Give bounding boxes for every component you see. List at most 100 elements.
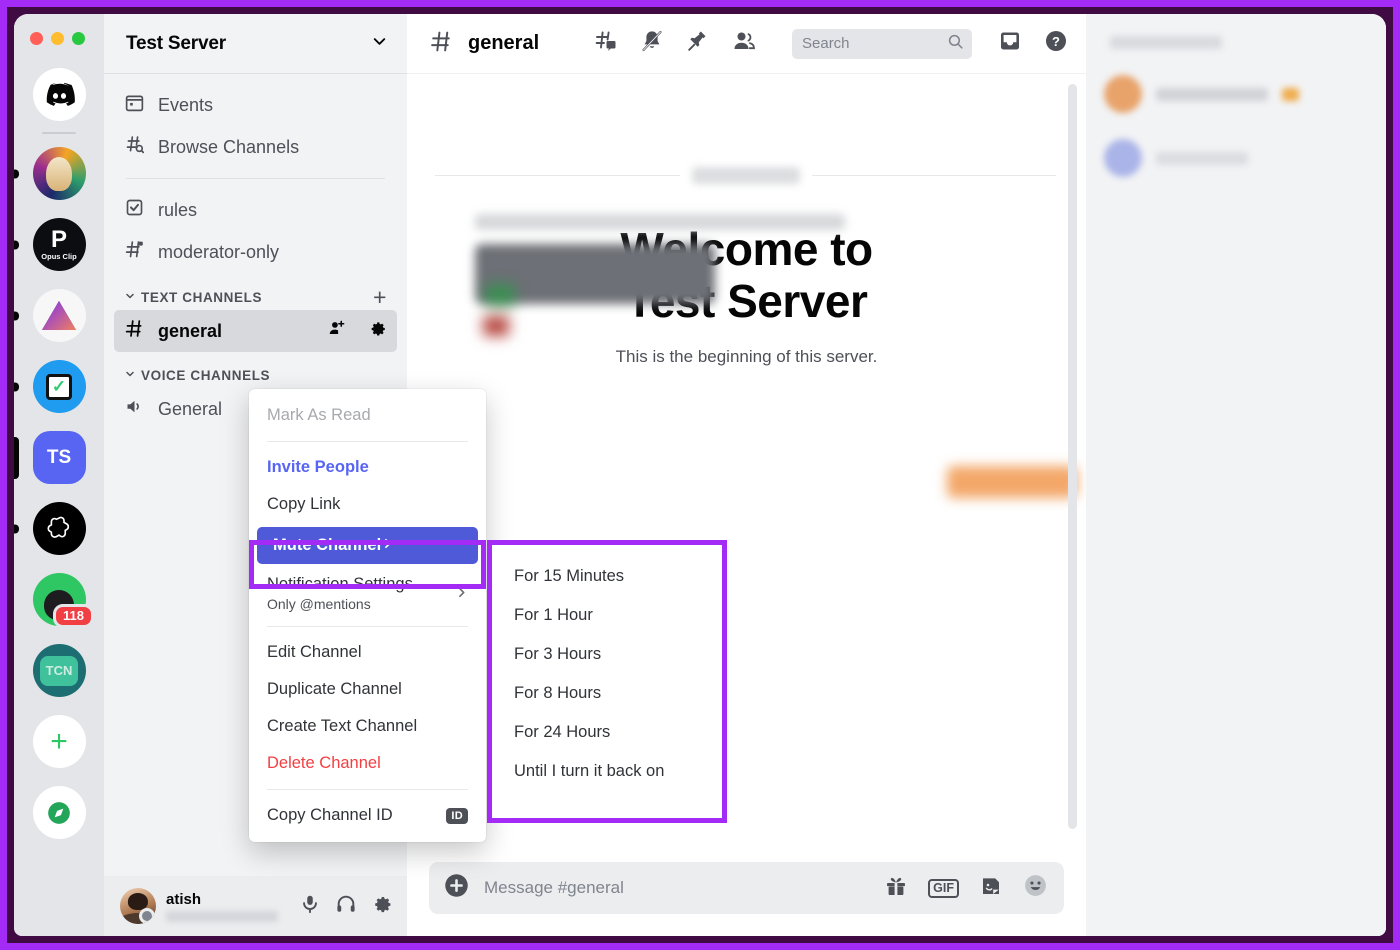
category-label: TEXT CHANNELS <box>141 289 263 305</box>
server-avatar-art-icon <box>32 147 86 200</box>
message-scrollbar[interactable] <box>1068 84 1077 829</box>
search-input[interactable]: Search <box>792 28 972 59</box>
gift-icon[interactable] <box>884 874 908 903</box>
list-item[interactable] <box>1104 139 1368 177</box>
user-tag-redacted <box>166 910 278 922</box>
context-menu-item-mute-channel[interactable]: Mute Channel <box>257 527 478 564</box>
server-rail-item-tcn[interactable]: TCN <box>14 635 104 706</box>
context-menu-item-notification-settings[interactable]: Notification Settings Only @mentions <box>249 568 486 619</box>
hash-lock-icon <box>124 239 145 265</box>
server-rail-item-checkmark[interactable]: ✓ <box>14 351 104 422</box>
unread-indicator <box>14 524 19 533</box>
submenu-item-for-8-hours[interactable]: For 8 Hours <box>492 674 722 713</box>
avatar[interactable] <box>120 888 156 924</box>
headphones-icon[interactable] <box>335 893 357 920</box>
microphone-icon[interactable] <box>299 893 321 920</box>
message-body-redacted <box>475 244 715 336</box>
server-rail-item-test-server[interactable]: TS <box>14 422 104 493</box>
minimize-window-button[interactable] <box>51 32 64 45</box>
submenu-item-label: For 15 Minutes <box>514 567 625 585</box>
message-composer[interactable]: Message #general GIF <box>429 862 1064 914</box>
avatar <box>1104 75 1142 113</box>
mute-channel-submenu: For 15 Minutes For 1 Hour For 3 Hours Fo… <box>492 545 722 818</box>
notification-settings-text: Notification Settings Only @mentions <box>267 575 447 612</box>
message-redacted <box>475 214 845 336</box>
context-menu-item-label: Invite People <box>267 458 369 476</box>
submenu-item-until-i-turn-it-back-on[interactable]: Until I turn it back on <box>492 752 722 791</box>
help-icon[interactable]: ? <box>1044 29 1068 58</box>
sticker-icon[interactable] <box>979 874 1003 903</box>
context-menu-item-label: Copy Link <box>267 495 341 513</box>
context-menu-item-label: Duplicate Channel <box>267 680 402 698</box>
verge-icon <box>32 289 86 342</box>
sidebar-item-general-text[interactable]: general <box>114 310 397 352</box>
context-menu-item-label: Create Text Channel <box>267 717 418 735</box>
hash-icon <box>429 29 454 59</box>
context-menu-item-invite-people[interactable]: Invite People <box>249 449 486 486</box>
user-panel: atish <box>104 876 407 936</box>
sidebar-item-rules[interactable]: rules <box>114 189 397 231</box>
category-text-channels[interactable]: TEXT CHANNELS + <box>114 286 397 309</box>
hash-icon <box>124 318 145 344</box>
member-list-icon[interactable] <box>732 29 756 58</box>
pinned-messages-icon[interactable] <box>686 29 710 58</box>
inbox-icon[interactable] <box>998 29 1022 58</box>
server-header-dropdown[interactable]: Test Server <box>104 14 407 74</box>
opus-clip-icon: P Opus Clip <box>32 218 86 271</box>
create-invite-icon[interactable] <box>327 319 346 343</box>
sidebar-item-browse-channels[interactable]: Browse Channels <box>114 126 397 168</box>
status-badge <box>139 908 155 924</box>
date-divider-redacted <box>435 167 1056 184</box>
zoom-window-button[interactable] <box>72 32 85 45</box>
server-rail-item-openai[interactable] <box>14 493 104 564</box>
context-menu-item-copy-link[interactable]: Copy Link <box>249 486 486 523</box>
message-attachment-redacted <box>947 466 1077 498</box>
server-name: Test Server <box>126 32 226 54</box>
id-badge-icon: ID <box>446 807 468 824</box>
submenu-item-for-24-hours[interactable]: For 24 Hours <box>492 713 722 752</box>
sidebar-item-events[interactable]: Events <box>114 84 397 126</box>
window-traffic-lights <box>14 20 104 59</box>
server-rail-item-verge[interactable] <box>14 280 104 351</box>
close-window-button[interactable] <box>30 32 43 45</box>
list-item[interactable] <box>1104 75 1368 113</box>
submenu-item-for-3-hours[interactable]: For 3 Hours <box>492 635 722 674</box>
server-rail-item-art[interactable] <box>14 138 104 209</box>
unread-indicator <box>14 311 19 320</box>
composer-actions: GIF <box>884 873 1048 903</box>
context-menu-item-copy-channel-id[interactable]: Copy Channel ID ID <box>249 797 486 834</box>
member-badge-redacted <box>1282 87 1299 101</box>
server-rail-item-person[interactable]: 118 <box>14 564 104 635</box>
tcn-icon: TCN <box>32 644 86 697</box>
edit-channel-icon[interactable] <box>368 319 387 343</box>
threads-icon[interactable] <box>594 29 618 58</box>
context-menu-item-duplicate-channel[interactable]: Duplicate Channel <box>249 671 486 708</box>
submenu-item-for-1-hour[interactable]: For 1 Hour <box>492 596 722 635</box>
add-server-button[interactable]: + <box>14 706 104 777</box>
svg-text:?: ? <box>1052 34 1060 49</box>
category-voice-channels[interactable]: VOICE CHANNELS <box>114 366 397 385</box>
emoji-icon[interactable] <box>1023 873 1048 903</box>
attach-plus-icon[interactable] <box>443 872 470 904</box>
notification-muted-icon[interactable] <box>640 29 664 58</box>
members-group-header-redacted <box>1110 36 1222 49</box>
user-panel-controls <box>299 893 393 920</box>
add-channel-button[interactable]: + <box>373 286 387 309</box>
gif-icon[interactable]: GIF <box>928 878 959 898</box>
category-label: VOICE CHANNELS <box>141 368 271 383</box>
sidebar-item-moderator-only[interactable]: moderator-only <box>114 231 397 273</box>
divider-line <box>435 175 680 176</box>
submenu-item-label: For 3 Hours <box>514 645 602 663</box>
context-menu-item-delete-channel[interactable]: Delete Channel <box>249 745 486 782</box>
chat-header: general Search ? <box>407 14 1086 74</box>
context-menu-item-create-text-channel[interactable]: Create Text Channel <box>249 708 486 745</box>
explore-servers-button[interactable] <box>14 777 104 848</box>
user-identity[interactable]: atish <box>166 891 289 922</box>
server-rail-item-discord-home[interactable] <box>14 59 104 130</box>
message-chip-redacted <box>485 284 515 306</box>
context-menu-item-edit-channel[interactable]: Edit Channel <box>249 634 486 671</box>
server-rail-item-opus-clip[interactable]: P Opus Clip <box>14 209 104 280</box>
context-menu-item-mark-as-read: Mark As Read <box>249 397 486 434</box>
submenu-item-for-15-minutes[interactable]: For 15 Minutes <box>492 557 722 596</box>
user-settings-icon[interactable] <box>371 893 393 920</box>
